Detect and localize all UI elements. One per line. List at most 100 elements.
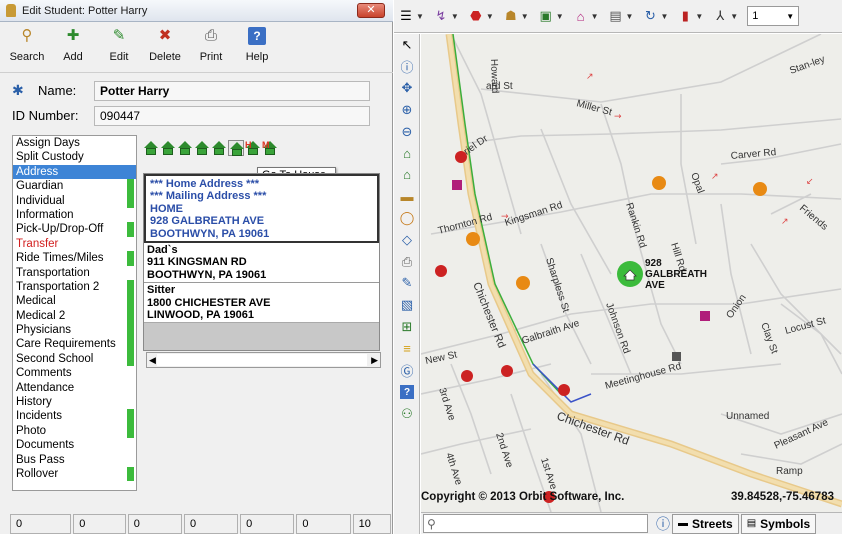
menu-item[interactable]: Documents (13, 438, 136, 452)
house-tool-icon[interactable] (194, 140, 210, 156)
school-marker[interactable] (452, 180, 462, 190)
walkers-icon[interactable]: ⚇ (396, 403, 418, 425)
house-tool-icon[interactable]: H (245, 140, 261, 156)
info-icon[interactable]: ⓘ (656, 514, 670, 534)
bus-tool-button[interactable]: ▣ ▼ (538, 4, 564, 28)
menu-item[interactable]: Incidents (13, 409, 136, 424)
help-button[interactable]: ? Help (234, 23, 280, 71)
address-entry-dad[interactable]: Dad`s 911 KINGSMAN RD BOOTHWYN, PA 19061 (144, 243, 379, 284)
menu-item[interactable]: Attendance (13, 381, 136, 395)
address-entry-home[interactable]: *** Home Address *** *** Mailing Address… (144, 174, 379, 243)
symbols-tab[interactable]: ▤ Symbols (740, 513, 817, 534)
menu-item[interactable]: Individual (13, 193, 136, 208)
map-menu-button[interactable]: ☰ ▼ (398, 4, 424, 28)
home-marker[interactable] (753, 182, 767, 196)
home-marker[interactable] (516, 276, 530, 290)
id-field[interactable]: 090447 (94, 106, 370, 126)
stop-marker[interactable] (501, 365, 513, 377)
menu-item[interactable]: Photo (13, 423, 136, 439)
help-icon[interactable]: ? (400, 385, 414, 399)
menu-item[interactable]: Bus Pass (13, 453, 136, 467)
layer-tool-button[interactable]: ▤ ▼ (608, 4, 633, 28)
house-icon[interactable]: ⌂ (396, 142, 418, 164)
streets-tab[interactable]: ▬ Streets (672, 513, 739, 534)
menu-item[interactable]: Ride Times/Miles (13, 251, 136, 266)
map-bottom-bar: ⚲ ⓘ ▬ Streets ▤ Symbols (421, 512, 842, 534)
eraser-icon[interactable]: ◇ (396, 229, 418, 251)
pan-icon[interactable]: ✥ (396, 77, 418, 99)
stop-marker[interactable] (455, 151, 467, 163)
house-tool-icon[interactable]: M (262, 140, 278, 156)
school-marker[interactable] (700, 311, 710, 321)
school-tool-button[interactable]: ⌂ ▼ (573, 4, 599, 28)
stop-marker[interactable] (558, 384, 570, 396)
search-button[interactable]: ⚲ Search (4, 23, 50, 71)
menu-item[interactable]: Information (13, 208, 136, 222)
name-field[interactable]: Potter Harry (94, 81, 370, 101)
map-canvas[interactable]: Howard ard St Stan-ley Miller St Carver … (421, 34, 842, 512)
stop-tool-button[interactable]: ⬣ ▼ (468, 4, 494, 28)
menu-item[interactable]: Second School (13, 351, 136, 367)
house-tool-icon[interactable] (211, 140, 227, 156)
map-search-input[interactable]: ⚲ (423, 514, 648, 533)
address-entry-sitter[interactable]: Sitter 1800 CHICHESTER AVE LINWOOD, PA 1… (144, 283, 379, 322)
house-tool-icon[interactable] (228, 140, 244, 156)
scroll-right-icon[interactable]: ▶ (371, 355, 378, 366)
edit-map-icon[interactable]: ✎ (396, 273, 418, 295)
walker-tool-button[interactable]: ⅄ ▼ (712, 4, 738, 28)
edit-button[interactable]: ✎ Edit (96, 23, 142, 71)
add-house-icon[interactable]: ⌂ (396, 164, 418, 186)
grid-icon[interactable]: ⊞ (396, 316, 418, 338)
menu-item[interactable]: Medical 2 (13, 308, 136, 324)
scroll-thumb[interactable] (157, 354, 367, 366)
close-button[interactable]: ✕ (357, 3, 385, 18)
zoom-in-icon[interactable]: ⊕ (396, 99, 418, 121)
menu-item[interactable]: Transportation 2 (13, 279, 136, 295)
menu-item[interactable]: Care Requirements (13, 337, 136, 352)
menu-item[interactable]: Split Custody (13, 150, 136, 164)
measure-icon[interactable]: ▬ (396, 186, 418, 208)
address-list[interactable]: *** Home Address *** *** Mailing Address… (143, 173, 380, 351)
stop-marker[interactable] (435, 265, 447, 277)
delete-button[interactable]: ✖ Delete (142, 23, 188, 71)
zoom-out-icon[interactable]: ⊖ (396, 121, 418, 143)
house-tool-icon[interactable] (143, 140, 159, 156)
menu-item[interactable]: Medical (13, 294, 136, 309)
map-copyright: Copyright © 2013 Orbit Software, Inc. (421, 491, 625, 503)
menu-item[interactable]: History (13, 395, 136, 409)
refresh-tool-button[interactable]: ↻ ▼ (642, 4, 668, 28)
zoom-select[interactable]: 1 ▼ (747, 6, 800, 26)
info-icon[interactable]: ⓘ (396, 56, 418, 78)
menu-item[interactable]: Transportation (13, 266, 136, 280)
add-button[interactable]: ✚ Add (50, 23, 96, 71)
print-button[interactable]: ⎙ Print (188, 23, 234, 71)
student-tool-button[interactable]: ☗ ▼ (503, 4, 529, 28)
chevron-down-icon: ▼ (416, 11, 424, 21)
menu-item[interactable]: Comments (13, 366, 136, 380)
menu-item[interactable]: Physicians (13, 323, 136, 338)
scroll-left-icon[interactable]: ◀ (149, 355, 156, 366)
device-tool-button[interactable]: ▮ ▼ (677, 4, 704, 28)
address-horizontal-scrollbar[interactable]: ◀ ▶ (146, 352, 381, 368)
menu-item[interactable]: Transfer (13, 237, 136, 251)
route-tool-button[interactable]: ↯ ▼ (433, 4, 458, 28)
pointer-icon[interactable]: ↖ (396, 34, 418, 56)
export-icon[interactable]: ▧ (396, 294, 418, 316)
bus-marker[interactable] (672, 352, 681, 361)
house-tool-icon[interactable] (160, 140, 176, 156)
menu-item[interactable]: Pick-Up/Drop-Off (13, 222, 136, 237)
menu-item[interactable]: Guardian (13, 179, 136, 194)
home-marker[interactable] (466, 232, 480, 246)
menu-item[interactable]: Rollover (13, 466, 136, 482)
stop-marker[interactable] (461, 370, 473, 382)
student-icon (6, 4, 16, 17)
home-marker[interactable] (652, 176, 666, 190)
print-icon[interactable]: ⎙ (396, 251, 418, 273)
menu-item[interactable]: Assign Days (13, 136, 136, 150)
list-icon: ☰ (400, 8, 412, 23)
google-icon[interactable]: Ⓖ (396, 359, 418, 381)
menu-item[interactable]: Address (13, 164, 136, 180)
layers-icon[interactable]: ≡ (396, 338, 418, 360)
house-tool-icon[interactable] (177, 140, 193, 156)
lasso-icon[interactable]: ◯ (396, 208, 418, 230)
